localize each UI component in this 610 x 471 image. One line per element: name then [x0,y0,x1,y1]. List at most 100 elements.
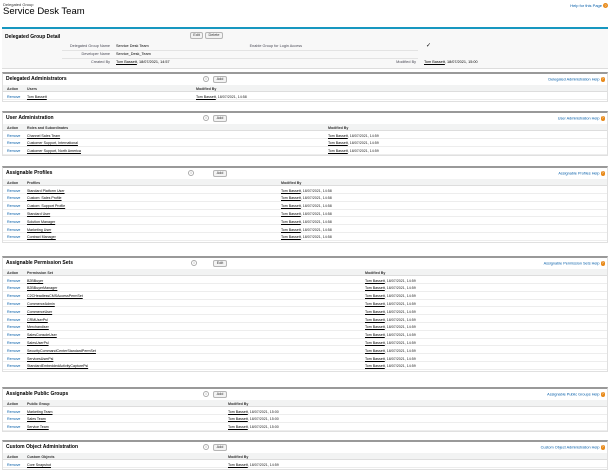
remove-link[interactable]: Remove [7,357,20,361]
item-name-link[interactable]: Customer Support, North America [27,149,81,153]
remove-link[interactable]: Remove [7,220,20,224]
modified-by-user-link[interactable]: Tom Bassett [365,302,385,306]
item-name-link[interactable]: Custom: Sales Profile [27,196,62,200]
info-icon[interactable]: i [191,260,197,266]
remove-link[interactable]: Remove [7,235,20,239]
add-button[interactable]: Add [213,444,227,451]
info-icon[interactable]: i [203,391,209,397]
remove-link[interactable]: Remove [7,134,20,138]
add-button[interactable]: Add [213,115,227,122]
modified-by-user-link[interactable]: Tom Bassett [328,149,348,153]
item-name-link[interactable]: CommerceAdmin [27,302,55,306]
edit-button[interactable]: Edit [190,32,203,39]
info-icon[interactable]: i [203,444,209,450]
remove-link[interactable]: Remove [7,341,20,345]
item-name-link[interactable]: Standard Platform User [27,189,65,193]
item-name-link[interactable]: Service Team [27,425,49,429]
item-name-link[interactable]: Contract Manager [27,235,56,239]
remove-link[interactable]: Remove [7,325,20,329]
modified-by-user-link[interactable]: Tom Bassett [365,333,385,337]
item-name-link[interactable]: B2BBuyer [27,279,43,283]
modified-by-user-link[interactable]: Tom Bassett [365,294,385,298]
modified-by-user-link[interactable]: Tom Bassett [281,189,301,193]
section-help-label[interactable]: Assignable Public Groups Help [547,392,599,396]
remove-link[interactable]: Remove [7,318,20,322]
remove-link[interactable]: Remove [7,425,20,429]
item-name-link[interactable]: SalesUserPsl [27,341,49,345]
item-name-link[interactable]: Solution Manager [27,220,55,224]
info-icon[interactable]: i [203,76,209,82]
section-help-link[interactable]: Assignable Profiles Help? [558,171,605,176]
remove-link[interactable]: Remove [7,279,20,283]
remove-link[interactable]: Remove [7,310,20,314]
modified-by-user-link[interactable]: Tom Bassett [365,286,385,290]
modified-by-user-link[interactable]: Tom Bassett [196,95,216,99]
section-help-link[interactable]: Custom Object Administration Help? [541,445,605,450]
add-button[interactable]: Add [213,170,227,177]
remove-link[interactable]: Remove [7,417,20,421]
remove-link[interactable]: Remove [7,294,20,298]
item-name-link[interactable]: Customer Support, International [27,141,78,145]
page-help-link[interactable]: Help for this Page? [570,3,608,9]
remove-link[interactable]: Remove [7,149,20,153]
item-name-link[interactable]: ServicesUserPsl [27,357,53,361]
modified-by-user-link[interactable]: Tom Bassett [281,228,301,232]
section-help-label[interactable]: Custom Object Administration Help [541,445,600,449]
modified-by-user-link[interactable]: Tom Bassett [228,463,248,467]
remove-link[interactable]: Remove [7,463,20,467]
item-name-link[interactable]: CommerceUser [27,310,52,314]
item-name-link[interactable]: Standard User [27,212,50,216]
created-by-user-link[interactable]: Tom Bassett [116,60,137,64]
modified-by-user-link[interactable]: Tom Bassett [365,318,385,322]
item-name-link[interactable]: SecurityCommandCenterStandardPermSet [27,349,96,353]
item-name-link[interactable]: SalesConsoleUser [27,333,57,337]
item-name-link[interactable]: Sales Team [27,417,46,421]
modified-by-user-link[interactable]: Tom Bassett [424,60,445,64]
remove-link[interactable]: Remove [7,95,20,99]
add-button[interactable]: Add [213,391,227,398]
item-name-link[interactable]: Custom: Support Profile [27,204,65,208]
item-name-link[interactable]: Merchandiser [27,325,49,329]
edit-button[interactable]: Edit [213,260,227,267]
section-help-label[interactable]: Assignable Profiles Help [558,171,599,175]
modified-by-user-link[interactable]: Tom Bassett [228,410,248,414]
item-name-link[interactable]: Marketing User [27,228,51,232]
page-help-label[interactable]: Help for this Page [570,3,602,8]
info-icon[interactable]: i [203,115,209,121]
modified-by-user-link[interactable]: Tom Bassett [365,357,385,361]
remove-link[interactable]: Remove [7,204,20,208]
remove-link[interactable]: Remove [7,364,20,368]
remove-link[interactable]: Remove [7,228,20,232]
remove-link[interactable]: Remove [7,410,20,414]
section-help-link[interactable]: Assignable Permission Sets Help? [544,261,605,266]
modified-by-user-link[interactable]: Tom Bassett [281,220,301,224]
remove-link[interactable]: Remove [7,286,20,290]
item-name-link[interactable]: StandardEmbeddedActivityCapturePsl [27,364,88,368]
remove-link[interactable]: Remove [7,141,20,145]
item-name-link[interactable]: Core Snapshot [27,463,51,467]
modified-by-user-link[interactable]: Tom Bassett [365,349,385,353]
item-name-link[interactable]: C2CHeadlessCMSAccessPermSet [27,294,83,298]
modified-by-user-link[interactable]: Tom Bassett [228,417,248,421]
section-help-label[interactable]: User Administration Help [558,116,600,120]
info-icon[interactable]: i [188,170,194,176]
remove-link[interactable]: Remove [7,349,20,353]
add-button[interactable]: Add [213,76,227,83]
remove-link[interactable]: Remove [7,212,20,216]
modified-by-user-link[interactable]: Tom Bassett [281,204,301,208]
modified-by-user-link[interactable]: Tom Bassett [228,425,248,429]
delete-button[interactable]: Delete [205,32,223,39]
modified-by-user-link[interactable]: Tom Bassett [328,141,348,145]
section-help-label[interactable]: Delegated Administration Help [548,77,599,81]
item-name-link[interactable]: CRMUserPsl [27,318,48,322]
remove-link[interactable]: Remove [7,302,20,306]
modified-by-user-link[interactable]: Tom Bassett [365,364,385,368]
modified-by-user-link[interactable]: Tom Bassett [365,341,385,345]
modified-by-user-link[interactable]: Tom Bassett [365,279,385,283]
item-name-link[interactable]: B2BBuyerManager [27,286,57,290]
section-help-link[interactable]: User Administration Help? [558,116,605,121]
modified-by-user-link[interactable]: Tom Bassett [281,212,301,216]
item-name-link[interactable]: Marketing Team [27,410,53,414]
remove-link[interactable]: Remove [7,333,20,337]
remove-link[interactable]: Remove [7,189,20,193]
